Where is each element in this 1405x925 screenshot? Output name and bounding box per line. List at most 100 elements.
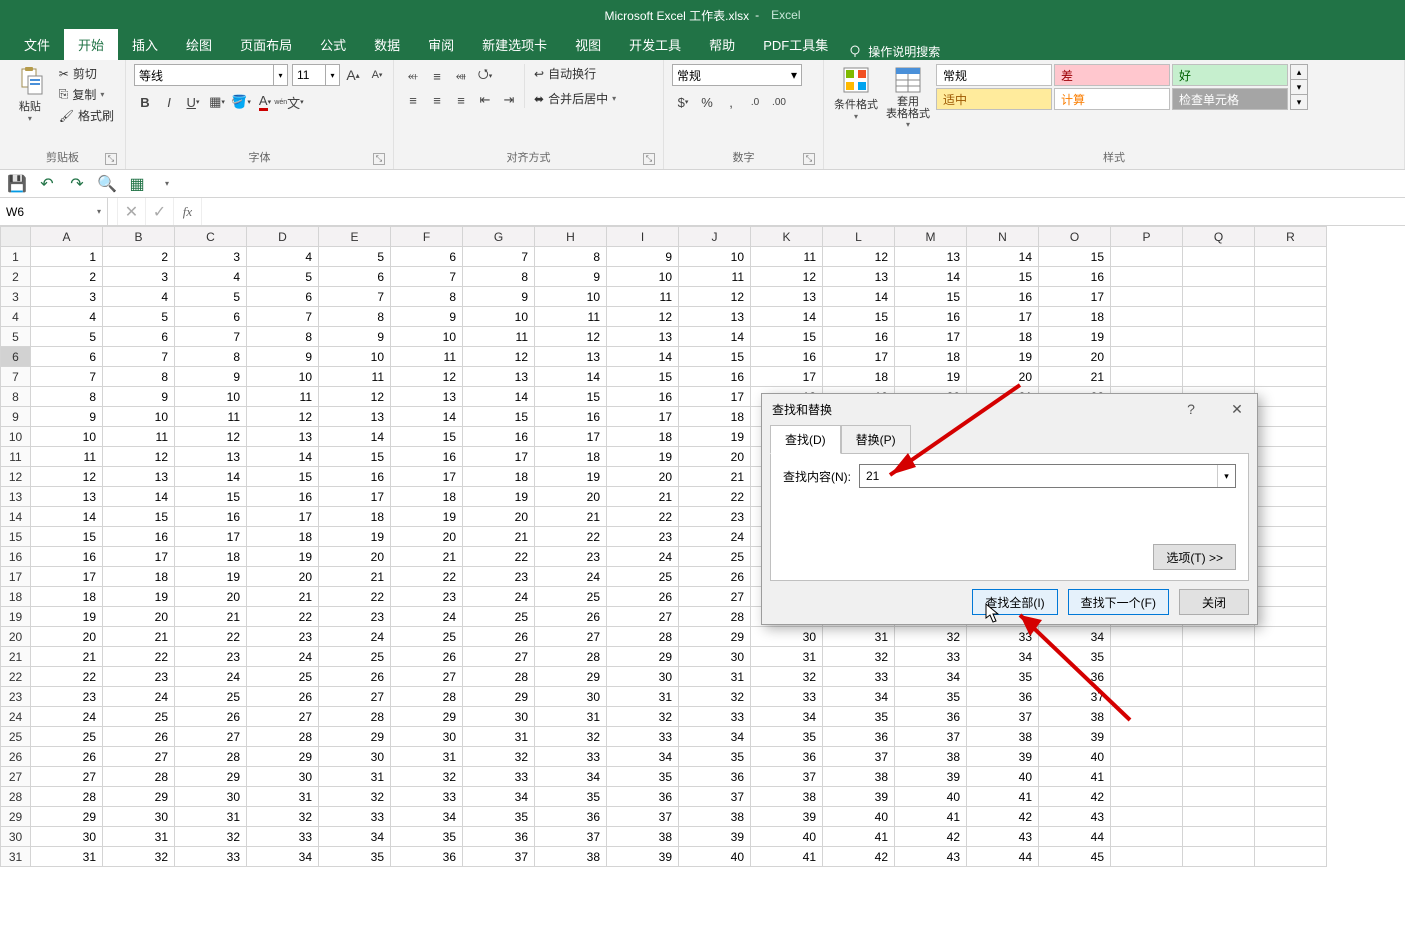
cell[interactable]: 20 <box>391 527 463 547</box>
cell[interactable]: 29 <box>535 667 607 687</box>
ribbon-tab-10[interactable]: 开发工具 <box>615 29 695 60</box>
cell[interactable]: 21 <box>1039 367 1111 387</box>
cell[interactable] <box>1255 487 1327 507</box>
cell[interactable]: 13 <box>895 247 967 267</box>
cell[interactable]: 32 <box>391 767 463 787</box>
cell[interactable]: 36 <box>463 827 535 847</box>
row-header[interactable]: 7 <box>1 367 31 387</box>
dialog-help-button[interactable]: ? <box>1179 397 1203 421</box>
cell[interactable]: 27 <box>679 587 751 607</box>
cell[interactable]: 6 <box>175 307 247 327</box>
cell[interactable]: 30 <box>247 767 319 787</box>
wrap-text-button[interactable]: ↩自动换行 <box>531 64 619 83</box>
cell[interactable]: 29 <box>31 807 103 827</box>
cell[interactable]: 28 <box>679 607 751 627</box>
cell[interactable]: 7 <box>319 287 391 307</box>
cell[interactable]: 24 <box>175 667 247 687</box>
cell[interactable] <box>1183 667 1255 687</box>
cell[interactable]: 8 <box>391 287 463 307</box>
cell[interactable]: 24 <box>463 587 535 607</box>
cell[interactable]: 7 <box>103 347 175 367</box>
cell[interactable]: 6 <box>103 327 175 347</box>
cell[interactable]: 38 <box>895 747 967 767</box>
cell[interactable]: 32 <box>895 627 967 647</box>
cell[interactable]: 31 <box>175 807 247 827</box>
cell[interactable]: 26 <box>535 607 607 627</box>
cell[interactable]: 11 <box>679 267 751 287</box>
cell[interactable]: 13 <box>391 387 463 407</box>
cell[interactable]: 27 <box>391 667 463 687</box>
cell[interactable]: 6 <box>247 287 319 307</box>
cell[interactable]: 14 <box>895 267 967 287</box>
cell[interactable]: 39 <box>607 847 679 867</box>
cell[interactable] <box>1255 567 1327 587</box>
cell[interactable]: 41 <box>967 787 1039 807</box>
cell[interactable] <box>1255 307 1327 327</box>
cell[interactable]: 30 <box>463 707 535 727</box>
cell[interactable] <box>1255 787 1327 807</box>
cell[interactable]: 8 <box>103 367 175 387</box>
cell[interactable]: 18 <box>319 507 391 527</box>
cell[interactable]: 33 <box>607 727 679 747</box>
cell[interactable]: 29 <box>463 687 535 707</box>
align-left-button[interactable]: ≡ <box>402 89 424 111</box>
col-header[interactable]: B <box>103 227 175 247</box>
cell[interactable]: 31 <box>103 827 175 847</box>
cell[interactable] <box>1255 447 1327 467</box>
cell[interactable]: 16 <box>967 287 1039 307</box>
col-header[interactable]: Q <box>1183 227 1255 247</box>
cell[interactable]: 17 <box>535 427 607 447</box>
cell[interactable]: 30 <box>391 727 463 747</box>
cell[interactable]: 10 <box>103 407 175 427</box>
col-header[interactable]: I <box>607 227 679 247</box>
insert-function-button[interactable]: fx <box>174 198 202 225</box>
cell[interactable]: 36 <box>823 727 895 747</box>
merge-center-button[interactable]: ⬌合并后居中▾ <box>531 89 619 108</box>
col-header[interactable]: L <box>823 227 895 247</box>
cell[interactable]: 5 <box>103 307 175 327</box>
cell[interactable]: 24 <box>247 647 319 667</box>
cancel-formula-button[interactable]: ✕ <box>118 198 146 225</box>
cell[interactable]: 36 <box>535 807 607 827</box>
cell[interactable]: 9 <box>31 407 103 427</box>
cell[interactable]: 15 <box>463 407 535 427</box>
row-header[interactable]: 22 <box>1 667 31 687</box>
align-middle-button[interactable]: ≡ <box>426 65 448 87</box>
align-center-button[interactable]: ≡ <box>426 89 448 111</box>
cell[interactable]: 26 <box>607 587 679 607</box>
cell[interactable]: 14 <box>823 287 895 307</box>
cell[interactable]: 7 <box>31 367 103 387</box>
cell[interactable]: 31 <box>319 767 391 787</box>
row-header[interactable]: 21 <box>1 647 31 667</box>
cell[interactable] <box>1255 647 1327 667</box>
cell[interactable]: 13 <box>751 287 823 307</box>
cell[interactable]: 11 <box>607 287 679 307</box>
cell[interactable]: 22 <box>103 647 175 667</box>
cell[interactable]: 12 <box>319 387 391 407</box>
cell[interactable]: 28 <box>103 767 175 787</box>
row-header[interactable]: 2 <box>1 267 31 287</box>
cell[interactable] <box>1255 627 1327 647</box>
row-header[interactable]: 4 <box>1 307 31 327</box>
cell[interactable]: 11 <box>463 327 535 347</box>
cell[interactable] <box>1111 307 1183 327</box>
cell[interactable]: 13 <box>175 447 247 467</box>
cell[interactable]: 23 <box>535 547 607 567</box>
cell[interactable]: 24 <box>103 687 175 707</box>
cell[interactable]: 25 <box>391 627 463 647</box>
cell[interactable]: 13 <box>247 427 319 447</box>
cell[interactable]: 18 <box>895 347 967 367</box>
cell[interactable]: 34 <box>247 847 319 867</box>
cell[interactable]: 7 <box>391 267 463 287</box>
cell[interactable]: 3 <box>31 287 103 307</box>
cell[interactable] <box>1183 707 1255 727</box>
cell[interactable]: 9 <box>175 367 247 387</box>
inc-decimal-button[interactable]: .0 <box>744 91 766 113</box>
cell[interactable]: 36 <box>895 707 967 727</box>
cell[interactable]: 22 <box>319 587 391 607</box>
cell[interactable]: 4 <box>175 267 247 287</box>
format-painter-button[interactable]: 🖌格式刷 <box>56 106 117 125</box>
cell[interactable]: 16 <box>463 427 535 447</box>
col-header[interactable]: F <box>391 227 463 247</box>
align-launcher[interactable]: ⤡ <box>643 153 655 165</box>
